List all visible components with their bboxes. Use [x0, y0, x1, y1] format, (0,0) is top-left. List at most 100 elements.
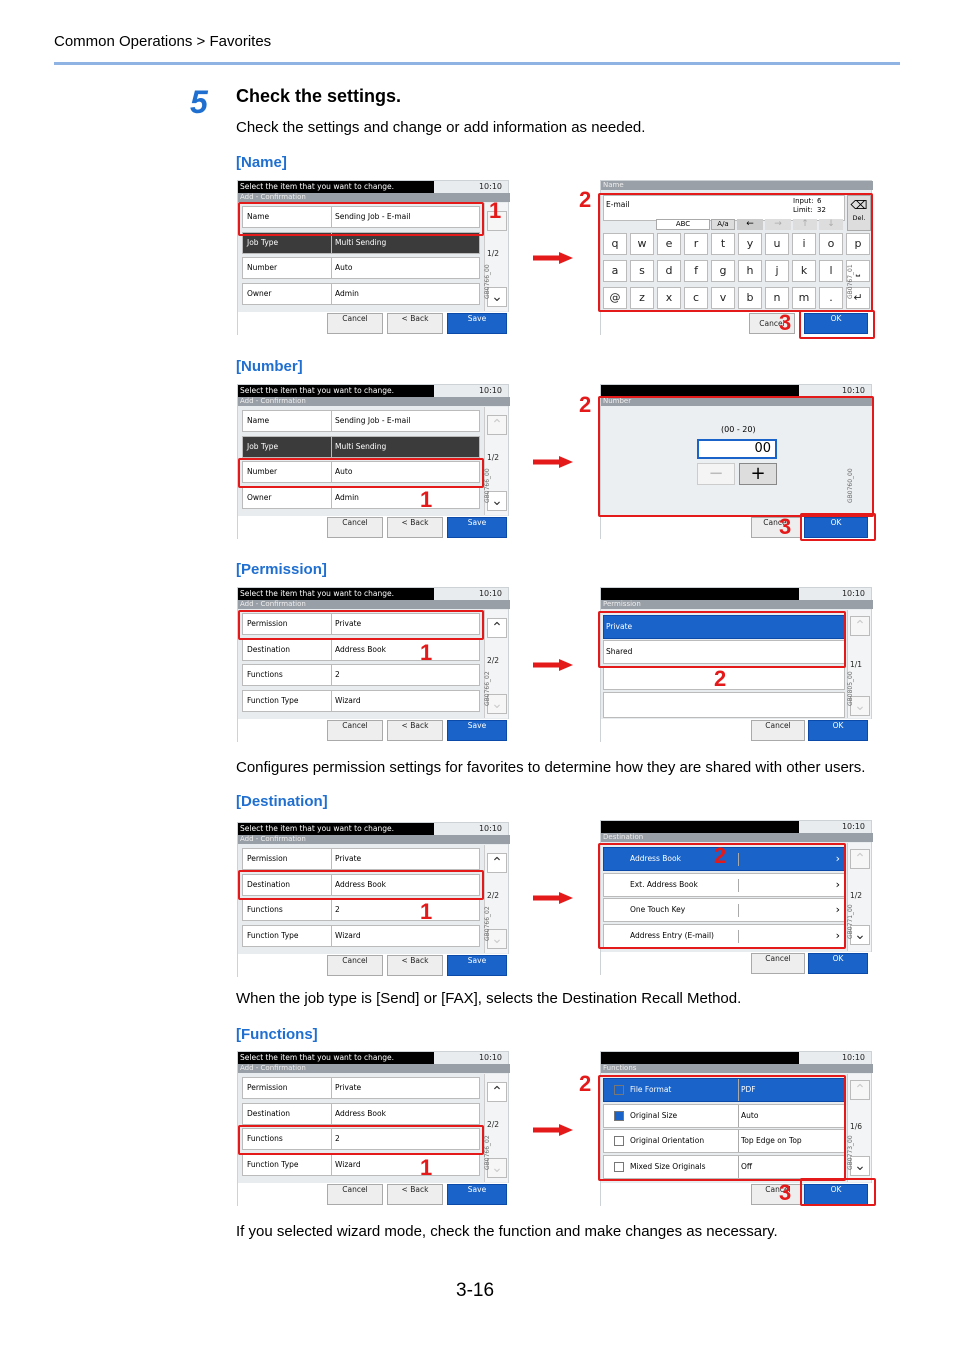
back-button[interactable]: < Back: [387, 1184, 443, 1205]
functions-note: If you selected wizard mode, check the f…: [236, 1223, 778, 1240]
cancel-button[interactable]: Cancel: [751, 953, 805, 974]
callout-box: [800, 513, 876, 541]
save-button[interactable]: Save: [447, 720, 507, 741]
cancel-button[interactable]: Cancel: [327, 955, 383, 976]
callout-box: [598, 396, 874, 517]
save-button[interactable]: Save: [447, 955, 507, 976]
scroll-up-icon[interactable]: ⌃: [850, 616, 870, 636]
setting-row[interactable]: Job Type Multi Sending: [242, 435, 480, 458]
setting-row[interactable]: Permission Private: [242, 1077, 480, 1099]
callout-number: 3: [779, 514, 792, 539]
section-functions-heading: [Functions]: [236, 1026, 318, 1043]
scroll-up-icon[interactable]: ⌃: [850, 1080, 870, 1100]
callout-number: 1: [420, 1155, 433, 1180]
callout-box: [238, 458, 484, 488]
page-indicator: 2/2: [487, 891, 500, 900]
scroll-up-icon[interactable]: ⌃: [487, 415, 507, 435]
callout-box: [799, 310, 875, 339]
figure-tag: GB0766_02: [484, 906, 492, 941]
clock: 10:10: [478, 182, 502, 191]
setting-row[interactable]: Permission Private: [242, 848, 480, 870]
figure-tag: GB0771_00: [847, 904, 855, 939]
setting-row[interactable]: Function Type Wizard: [242, 689, 480, 712]
cancel-button[interactable]: Cancel: [751, 1184, 805, 1205]
cancel-button[interactable]: Cancel: [327, 720, 383, 741]
clock: 10:10: [478, 824, 502, 833]
permission-note: Configures permission settings for favor…: [236, 759, 866, 776]
figure-tag: GB0766_00: [484, 264, 492, 299]
cancel-button[interactable]: Cancel: [327, 313, 383, 334]
page-indicator: 2/2: [487, 656, 500, 665]
screen-subtitle: Add - Confirmation: [238, 1064, 510, 1073]
cancel-button[interactable]: Cancel: [327, 517, 383, 538]
callout-number: 1: [420, 487, 433, 512]
setting-row[interactable]: Number Auto: [242, 257, 480, 279]
next-step-arrow-icon: [533, 659, 573, 671]
clock: 10:10: [478, 1053, 502, 1062]
screen-title: Destination: [601, 833, 873, 842]
screen-subtitle: Add - Confirmation: [238, 193, 510, 202]
screen-prompt: Select the item that you want to change.: [238, 588, 434, 600]
setting-row[interactable]: Function Type Wizard: [242, 924, 480, 947]
screen-subtitle: Add - Confirmation: [238, 835, 510, 844]
cancel-button[interactable]: Cancel: [751, 517, 801, 538]
screen-title: Permission: [601, 600, 873, 609]
clock: 10:10: [478, 589, 502, 598]
setting-row[interactable]: Functions 2: [242, 899, 480, 921]
figure-tag: GB0766_00: [484, 468, 492, 503]
page-indicator: 1/2: [487, 453, 500, 462]
step-title: Check the settings.: [236, 86, 402, 106]
scroll-up-icon[interactable]: ⌃: [487, 853, 507, 873]
ok-button[interactable]: OK: [808, 953, 868, 974]
scroll-up-icon[interactable]: ⌃: [487, 1082, 507, 1102]
callout-number: 2: [579, 392, 592, 417]
breadcrumb: Common Operations > Favorites: [54, 33, 272, 50]
setting-row[interactable]: Functions 2: [242, 664, 480, 686]
callout-number: 2: [714, 666, 727, 691]
setting-row[interactable]: Owner Admin: [242, 282, 480, 305]
scroll-up-icon[interactable]: ⌃: [850, 849, 870, 869]
screen-title: Name: [601, 181, 873, 190]
callout-number: 2: [579, 1071, 592, 1096]
section-name-heading: [Name]: [236, 154, 287, 171]
callout-box: [238, 1125, 484, 1155]
cancel-button[interactable]: Cancel: [751, 720, 805, 741]
back-button[interactable]: < Back: [387, 517, 443, 538]
back-button[interactable]: < Back: [387, 720, 443, 741]
section-number-heading: [Number]: [236, 358, 303, 375]
figure-tag: GB0766_02: [484, 1135, 492, 1170]
setting-row[interactable]: Function Type Wizard: [242, 1153, 480, 1176]
back-button[interactable]: < Back: [387, 313, 443, 334]
callout-number: 1: [420, 899, 433, 924]
screen-prompt: Select the item that you want to change.: [238, 181, 434, 193]
callout-box: [238, 870, 484, 900]
ok-button[interactable]: OK: [808, 720, 868, 741]
callout-number: 2: [579, 187, 592, 212]
scroll-up-icon[interactable]: ⌃: [487, 618, 507, 638]
page-number: 3-16: [456, 1280, 495, 1301]
next-step-arrow-icon: [533, 456, 573, 468]
next-step-arrow-icon: [533, 1124, 573, 1136]
setting-row[interactable]: Destination Address Book: [242, 638, 480, 661]
callout-number: 2: [714, 843, 727, 868]
screen-prompt: Select the item that you want to change.: [238, 385, 434, 397]
cancel-button[interactable]: Cancel: [327, 1184, 383, 1205]
section-destination-heading: [Destination]: [236, 793, 328, 810]
callout-box: [598, 193, 873, 312]
next-step-arrow-icon: [533, 892, 573, 904]
figure-tag: GB0773_00: [847, 1135, 855, 1170]
save-button[interactable]: Save: [447, 313, 507, 334]
step-number: 5: [190, 84, 208, 120]
clock: 10:10: [478, 386, 502, 395]
setting-row[interactable]: Owner Admin: [242, 486, 480, 509]
figure-tag: GB0766_02: [484, 671, 492, 706]
save-button[interactable]: Save: [447, 517, 507, 538]
screen-prompt: Select the item that you want to change.: [238, 823, 434, 835]
save-button[interactable]: Save: [447, 1184, 507, 1205]
setting-row[interactable]: Destination Address Book: [242, 1102, 480, 1125]
page-indicator: 1/2: [487, 249, 500, 258]
screen-subtitle: Add - Confirmation: [238, 397, 510, 406]
callout-box: [598, 611, 846, 668]
setting-row[interactable]: Name Sending Job - E-mail: [242, 410, 480, 432]
back-button[interactable]: < Back: [387, 955, 443, 976]
